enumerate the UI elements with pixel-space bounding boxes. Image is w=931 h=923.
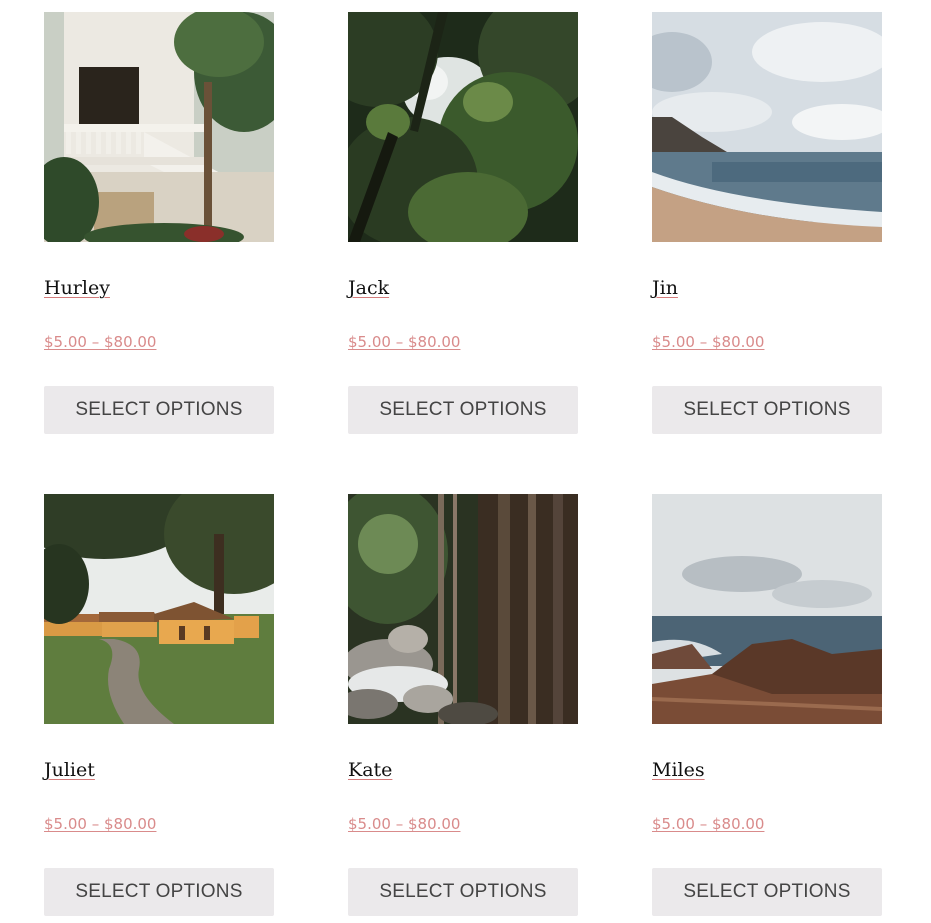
product-card: Hurley $5.00 – $80.00 SELECT OPTIONS — [44, 12, 274, 434]
product-card: Kate $5.00 – $80.00 SELECT OPTIONS — [348, 494, 578, 916]
jungle-stream-image — [348, 494, 578, 724]
product-card: Juliet $5.00 – $80.00 SELECT OPTIONS — [44, 494, 274, 916]
product-grid: Hurley $5.00 – $80.00 SELECT OPTIONS Jac… — [44, 12, 882, 916]
beach-shoreline-image — [652, 12, 882, 242]
product-price[interactable]: $5.00 – $80.00 — [652, 333, 764, 351]
product-title[interactable]: Jack — [348, 277, 389, 299]
product-image-link[interactable] — [44, 12, 274, 242]
product-title[interactable]: Jin — [652, 277, 678, 299]
product-title[interactable]: Juliet — [44, 759, 95, 781]
product-card: Jack $5.00 – $80.00 SELECT OPTIONS — [348, 12, 578, 434]
select-options-button[interactable]: SELECT OPTIONS — [44, 386, 274, 434]
product-title[interactable]: Kate — [348, 759, 392, 781]
product-image-link[interactable] — [348, 494, 578, 724]
product-price[interactable]: $5.00 – $80.00 — [44, 815, 156, 833]
product-image-link[interactable] — [652, 494, 882, 724]
product-price[interactable]: $5.00 – $80.00 — [348, 333, 460, 351]
product-image-link[interactable] — [348, 12, 578, 242]
product-card: Miles $5.00 – $80.00 SELECT OPTIONS — [652, 494, 882, 916]
jungle-canopy-image — [348, 12, 578, 242]
select-options-button[interactable]: SELECT OPTIONS — [44, 868, 274, 916]
product-price[interactable]: $5.00 – $80.00 — [652, 815, 764, 833]
select-options-button[interactable]: SELECT OPTIONS — [652, 868, 882, 916]
product-card: Jin $5.00 – $80.00 SELECT OPTIONS — [652, 12, 882, 434]
product-title[interactable]: Miles — [652, 759, 705, 781]
product-price[interactable]: $5.00 – $80.00 — [348, 815, 460, 833]
barracks-village-image — [44, 494, 274, 724]
product-image-link[interactable] — [652, 12, 882, 242]
rocky-coast-image — [652, 494, 882, 724]
select-options-button[interactable]: SELECT OPTIONS — [348, 386, 578, 434]
select-options-button[interactable]: SELECT OPTIONS — [652, 386, 882, 434]
select-options-button[interactable]: SELECT OPTIONS — [348, 868, 578, 916]
villa-balcony-image — [44, 12, 274, 242]
product-price[interactable]: $5.00 – $80.00 — [44, 333, 156, 351]
product-title[interactable]: Hurley — [44, 277, 110, 299]
product-image-link[interactable] — [44, 494, 274, 724]
